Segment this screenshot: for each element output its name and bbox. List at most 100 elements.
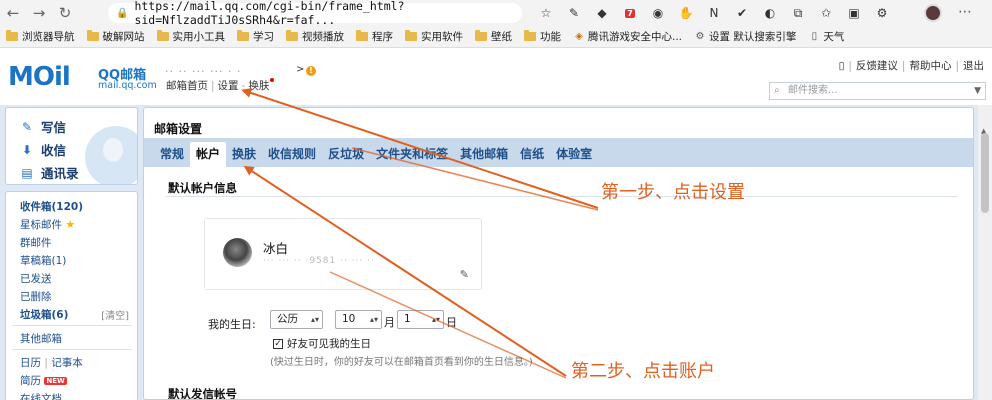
color-extension-icon[interactable]: ◐ <box>756 3 784 23</box>
forward-icon[interactable]: → <box>26 4 52 22</box>
phone-icon[interactable]: ▯ <box>839 60 845 72</box>
back-icon[interactable]: ← <box>0 4 26 22</box>
collections-icon[interactable]: ⧉ <box>784 3 812 23</box>
folder-icon <box>475 30 487 41</box>
reload-icon[interactable]: ↻ <box>52 4 78 22</box>
account-email: ··· ··· ·· ·9581 ·· ··· ·· <box>263 256 375 266</box>
profile-avatar[interactable] <box>924 4 942 22</box>
bookmark-item[interactable]: ⚙ 设置 默认搜索引擎 <box>694 29 797 44</box>
logo-domain: mail.qq.com <box>98 80 157 91</box>
mail-layout: ✎ 写信 ⬇ 收信 ▤ 通讯录 收件箱(120) 星标邮件 ★ 群邮件 草稿箱(1) … <box>0 105 992 400</box>
folder-drafts[interactable]: 草稿箱(1) <box>20 253 66 268</box>
tab-rules[interactable]: 收信规则 <box>262 142 322 167</box>
feedback-link[interactable]: 反馈建议 <box>856 60 898 72</box>
logout-link[interactable]: 退出 <box>963 60 984 72</box>
scrollbar[interactable]: ▲ <box>978 105 992 400</box>
checkmark-icon: ✓ <box>273 338 283 349</box>
settings-panel: 邮箱设置 常规 帐户 换肤 收信规则 反垃圾 文件夹和标签 其他邮箱 信纸 体验… <box>143 107 974 400</box>
compose-button[interactable]: ✎ 写信 <box>19 117 66 136</box>
birthday-hint: (快过生日时，你的好友可以在邮箱首页看到你的生日信息。) <box>270 357 533 368</box>
extensions-icon[interactable]: ⚙ <box>868 3 896 23</box>
folder-icon <box>6 30 18 41</box>
folder-spam[interactable]: 垃圾箱(6) <box>20 307 68 322</box>
bookmark-item[interactable]: ▯ 天气 <box>808 29 845 44</box>
bookmark-item[interactable]: 壁纸 <box>475 29 512 44</box>
other-mailbox-link[interactable]: 其他邮箱 <box>20 331 62 346</box>
edit-icon[interactable]: ✎ <box>460 268 469 281</box>
pen-extension-icon[interactable]: ✎ <box>560 3 588 23</box>
mail-search-input[interactable]: ⌕ 邮件搜索... ▼ <box>769 82 986 100</box>
left-sidebar: ✎ 写信 ⬇ 收信 ▤ 通讯录 收件箱(120) 星标邮件 ★ 群邮件 草稿箱(1) … <box>5 107 138 400</box>
skin-link[interactable]: 换肤 <box>248 80 269 92</box>
folder-group[interactable]: 群邮件 <box>20 235 52 250</box>
bookmark-item[interactable]: 浏览器导航 <box>6 29 75 44</box>
download-icon: ⬇ <box>21 142 33 157</box>
bookmark-item[interactable]: 破解网站 <box>86 29 145 44</box>
warning-icon[interactable]: ! <box>306 66 316 76</box>
bookmark-item[interactable]: 功能 <box>524 29 561 44</box>
bookmark-item[interactable]: 视频播放 <box>286 29 344 44</box>
header-links: 邮箱首页 | 设置 - 换肤 <box>166 78 275 93</box>
settings-link[interactable]: 设置 <box>218 80 239 92</box>
tab-lab[interactable]: 体验室 <box>550 142 598 167</box>
badge-extension-icon[interactable]: 7 <box>616 3 644 23</box>
new-badge: NEW <box>44 377 67 385</box>
tab-skin[interactable]: 换肤 <box>226 142 262 167</box>
folder-deleted[interactable]: 已删除 <box>20 289 52 304</box>
gear-icon: ⚙ <box>695 31 705 42</box>
favorite-star-icon[interactable]: ☆ <box>532 3 560 23</box>
section-title: 默认发信帐号 <box>168 387 237 400</box>
bookmark-item[interactable]: 学习 <box>237 29 274 44</box>
bookmark-item[interactable]: 实用小工具 <box>156 29 225 44</box>
clear-spam-link[interactable]: [清空] <box>101 307 129 322</box>
month-unit: 月 <box>384 316 395 329</box>
bookmarks-bar: 浏览器导航 破解网站 实用小工具 学习 视频播放 程序 实用软件 壁纸 功能 ◈… <box>0 26 992 48</box>
mailbox-home-link[interactable]: 邮箱首页 <box>166 80 208 92</box>
shield-extension-icon[interactable]: ✔ <box>728 3 756 23</box>
notion-extension-icon[interactable]: N <box>700 3 728 23</box>
tab-account[interactable]: 帐户 <box>190 142 227 167</box>
chevron-right-icon[interactable]: > <box>296 64 304 75</box>
tab-general[interactable]: 常规 <box>154 142 190 167</box>
mask-extension-icon[interactable]: ◉ <box>644 3 672 23</box>
tab-antispam[interactable]: 反垃圾 <box>322 142 370 167</box>
calendar-link[interactable]: 日历 <box>20 357 41 369</box>
folder-sent[interactable]: 已发送 <box>20 271 52 286</box>
notes-link[interactable]: 记事本 <box>51 357 83 369</box>
tab-stationery[interactable]: 信纸 <box>514 142 550 167</box>
account-name[interactable]: ·· ·· ··· ··· · · <box>165 65 241 78</box>
divider <box>166 196 958 197</box>
scrollbar-thumb[interactable] <box>981 133 989 213</box>
day-select[interactable]: 1 ▴▾ <box>397 310 444 329</box>
month-select[interactable]: 10 ▴▾ <box>335 310 382 329</box>
lock-icon: 🔒 <box>116 7 129 19</box>
tab-folders-labels[interactable]: 文件夹和标签 <box>370 142 454 167</box>
bookmark-item[interactable]: 程序 <box>356 29 393 44</box>
calendar-type-select[interactable]: 公历 ▴▾ <box>270 310 323 329</box>
annotation-step2: 第二步、点击账户 <box>571 361 715 382</box>
folder-inbox[interactable]: 收件箱(120) <box>20 199 83 214</box>
tab-groups-icon[interactable]: ▣ <box>840 3 868 23</box>
contacts-button[interactable]: ▤ 通讯录 <box>19 163 78 182</box>
diamond-extension-icon[interactable]: ◆ <box>588 3 616 23</box>
chevron-down-icon[interactable]: ▼ <box>974 83 981 99</box>
address-bar[interactable]: 🔒 https://mail.qq.com/cgi-bin/frame_html… <box>108 0 522 27</box>
help-link[interactable]: 帮助中心 <box>909 60 951 72</box>
bookmark-item[interactable]: ◈ 腾讯游戏安全中心... <box>573 29 682 44</box>
online-docs-link[interactable]: 在线文档 <box>20 391 62 400</box>
receive-button[interactable]: ⬇ 收信 <box>19 140 66 159</box>
divider <box>12 325 132 326</box>
stepper-icon: ▴▾ <box>431 315 440 324</box>
folder-starred[interactable]: 星标邮件 ★ <box>20 217 75 232</box>
qqmail-logo[interactable]: MOil <box>8 62 71 92</box>
favorites-icon[interactable]: ✩ <box>812 3 840 23</box>
avatar[interactable] <box>223 238 252 267</box>
calendar-notes-links: 日历 | 记事本 <box>20 357 83 369</box>
more-menu-icon[interactable]: ⋯ <box>958 4 972 20</box>
bookmark-item[interactable]: 实用软件 <box>405 29 463 44</box>
tab-other-mailbox[interactable]: 其他邮箱 <box>454 142 514 167</box>
birthday-visible-checkbox[interactable]: ✓ 好友可见我的生日 <box>273 336 371 351</box>
hand-extension-icon[interactable]: ✋ <box>672 3 700 23</box>
resume-link[interactable]: 简历 NEW <box>20 373 67 388</box>
stepper-icon: ▴▾ <box>369 315 378 324</box>
